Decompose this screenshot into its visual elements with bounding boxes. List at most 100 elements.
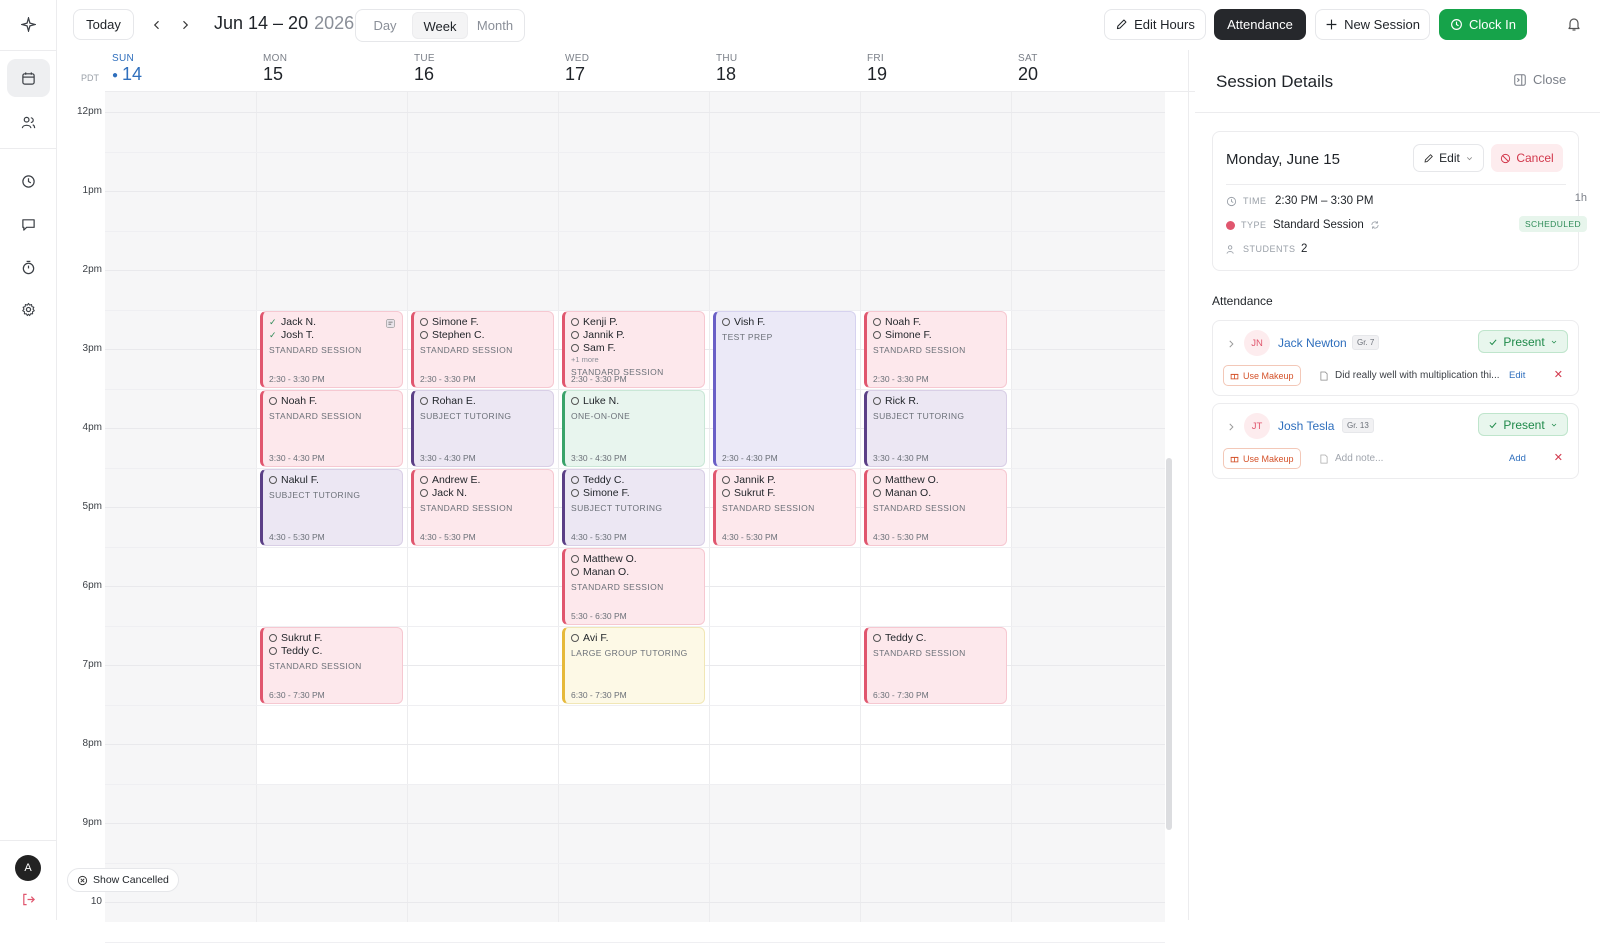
event-type: LARGE GROUP TUTORING [571,647,688,658]
add-note-input[interactable]: Add note... [1319,453,1383,464]
date-range-title: Jun 14 – 20 2026 [214,13,355,33]
session-event[interactable]: Matthew O. Manan O. STANDARD SESSION 4:30 -… [864,468,1007,546]
event-student: Rohan E. [420,395,547,408]
clock-icon[interactable] [7,162,50,200]
chevron-down-icon [1466,156,1472,160]
attendance-status-select[interactable]: Present [1478,413,1568,436]
session-event[interactable]: Matthew O. Manan O. STANDARD SESSION 5:30 -… [562,547,705,625]
session-students-row: STUDENTS 2 [1226,243,1307,255]
session-event[interactable]: Nakul F. SUBJECT TUTORING 4:30 - 5:30 PM [260,468,403,546]
day-header-fri[interactable]: FRI 19 [867,53,887,85]
timer-icon[interactable] [7,248,50,286]
day-name: FRI [867,53,885,64]
day-header-wed[interactable]: WED 17 [565,53,589,85]
check-icon: ✓ [269,316,277,327]
day-header-mon[interactable]: MON 15 [263,53,287,85]
remove-student-icon[interactable]: ✕ [1554,368,1563,381]
event-type: ONE-ON-ONE [571,410,631,421]
view-day-tab[interactable]: Day [358,12,412,39]
session-event[interactable]: ✓ Jack N. ✓ Josh T. STANDARD SESSION 2:30 - 3… [260,310,403,388]
chevron-right-icon[interactable] [1226,339,1236,349]
calendar-grid[interactable]: ✓ Jack N. ✓ Josh T. STANDARD SESSION 2:30 - 3… [105,92,1165,943]
event-type: STANDARD SESSION [420,344,513,355]
session-event[interactable]: Kenji P. Jannik P. Sam F. +1 more STANDARD S… [562,310,705,388]
users-icon [1226,244,1234,254]
close-panel-button[interactable]: Close [1513,72,1566,87]
day-header-tue[interactable]: TUE 16 [414,53,435,85]
student-name-link[interactable]: Josh Tesla [1278,419,1334,433]
day-header-sat[interactable]: SAT 20 [1018,53,1038,85]
event-student: Noah F. [269,395,396,408]
session-event[interactable]: Jannik P. Sukrut F. STANDARD SESSION 4:30 -… [713,468,856,546]
hour-label: 7pm [82,659,102,670]
users-icon[interactable] [7,103,50,141]
message-icon[interactable] [7,205,50,243]
session-event[interactable]: Sukrut F. Teddy C. STANDARD SESSION 6:30 - … [260,626,403,704]
event-student: Luke N. [571,395,698,408]
event-type: TEST PREP [722,331,773,342]
today-button[interactable]: Today [73,9,134,40]
event-student: Kenji P. [571,316,698,329]
event-time: 3:30 - 4:30 PM [420,452,476,463]
note-icon [386,318,395,328]
hour-label: 10 [90,896,102,907]
session-event[interactable]: Teddy C. STANDARD SESSION 6:30 - 7:30 PM [864,626,1007,704]
edit-note-link[interactable]: Edit [1509,370,1525,381]
sparkle-icon[interactable] [7,5,50,43]
edit-hours-button[interactable]: Edit Hours [1104,9,1206,40]
pencil-icon [1117,19,1127,30]
session-event[interactable]: Teddy C. Simone F. SUBJECT TUTORING 4:30 - … [562,468,705,546]
session-event[interactable]: Avi F. LARGE GROUP TUTORING 6:30 - 7:30 PM [562,626,705,704]
session-event[interactable]: Vish F. TEST PREP 2:30 - 4:30 PM [713,310,856,467]
view-week-tab[interactable]: Week [412,12,468,39]
cancel-session-button[interactable]: Cancel [1491,144,1563,172]
use-makeup-button[interactable]: Use Makeup [1223,365,1301,386]
event-type: STANDARD SESSION [873,647,966,658]
bell-icon[interactable] [1566,16,1584,34]
settings-icon[interactable] [7,290,50,328]
add-note-link[interactable]: Add [1509,453,1526,464]
chevron-right-icon[interactable] [1226,422,1236,432]
day-header-thu[interactable]: THU 18 [716,53,737,85]
prev-week-icon[interactable] [148,16,166,34]
session-event[interactable]: Simone F. Stephen C. STANDARD SESSION 2:30 … [411,310,554,388]
check-icon: ✓ [269,329,277,340]
new-session-button[interactable]: New Session [1315,9,1430,40]
next-week-icon[interactable] [176,16,194,34]
event-time: 6:30 - 7:30 PM [571,689,627,700]
status-circle-icon [873,634,881,642]
user-avatar[interactable]: A [15,855,41,881]
view-month-tab[interactable]: Month [468,12,522,39]
edit-session-button[interactable]: Edit [1413,144,1484,172]
session-event[interactable]: Noah F. Simone F. STANDARD SESSION 2:30 - 3… [864,310,1007,388]
clock-in-button[interactable]: Clock In [1439,9,1527,40]
session-event[interactable]: Luke N. ONE-ON-ONE 3:30 - 4:30 PM [562,389,705,467]
event-type: SUBJECT TUTORING [873,410,965,421]
use-makeup-button[interactable]: Use Makeup [1223,448,1301,469]
attendance-button[interactable]: Attendance [1214,9,1306,40]
calendar-scrollbar[interactable] [1166,458,1172,830]
status-circle-icon [571,555,579,563]
event-type: SUBJECT TUTORING [420,410,512,421]
session-event[interactable]: Noah F. STANDARD SESSION 3:30 - 4:30 PM [260,389,403,467]
status-circle-icon [722,476,730,484]
session-event[interactable]: Rohan E. SUBJECT TUTORING 3:30 - 4:30 PM [411,389,554,467]
session-event[interactable]: Rick R. SUBJECT TUTORING 3:30 - 4:30 PM [864,389,1007,467]
status-circle-icon [269,634,277,642]
calendar-icon[interactable] [7,59,50,97]
remove-student-icon[interactable]: ✕ [1554,451,1563,464]
event-time: 6:30 - 7:30 PM [269,689,325,700]
status-circle-icon [571,489,579,497]
panel-collapse-icon [1514,73,1526,86]
session-event[interactable]: Andrew E. Jack N. STANDARD SESSION 4:30 - 5… [411,468,554,546]
logout-icon[interactable] [7,880,50,918]
day-header-sun[interactable]: SUN ● 14 [112,53,142,85]
show-cancelled-button[interactable]: Show Cancelled [67,868,179,892]
event-time: 3:30 - 4:30 PM [873,452,929,463]
event-time: 4:30 - 5:30 PM [269,531,325,542]
student-name-link[interactable]: Jack Newton [1278,336,1347,350]
attendance-note[interactable]: Did really well with multiplication thi.… [1319,370,1500,381]
event-time: 4:30 - 5:30 PM [420,531,476,542]
event-student: Manan O. [571,566,698,579]
attendance-status-select[interactable]: Present [1478,330,1568,353]
